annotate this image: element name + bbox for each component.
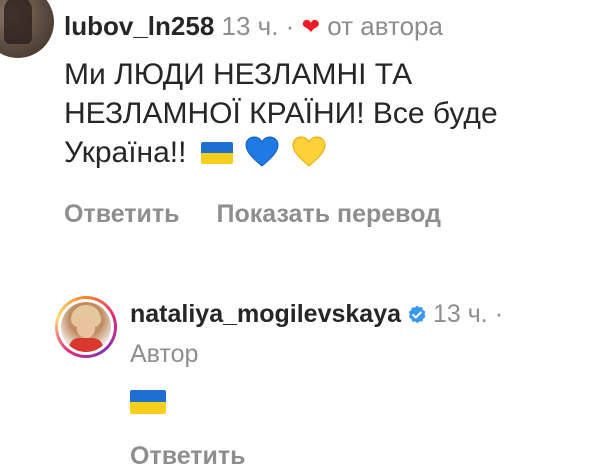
reply-button[interactable]: Ответить bbox=[64, 200, 180, 228]
comment-text: Ми ЛЮДИ НЕЗЛАМНІ ТА НЕЗЛАМНОЇ КРАЇНИ! Вс… bbox=[64, 55, 600, 178]
comment-text-line: Україна!! bbox=[64, 136, 187, 169]
separator-dot: · bbox=[285, 11, 295, 41]
comment-time: 13 ч. bbox=[221, 11, 279, 41]
reply-reply-button[interactable]: Ответить bbox=[130, 440, 246, 472]
author-avatar[interactable] bbox=[55, 296, 117, 358]
ukraine-flag-icon bbox=[130, 390, 166, 414]
reply-header: nataliya_mogilevskaya 13 ч. · bbox=[130, 298, 503, 330]
comment-actions: Ответить Показать перевод bbox=[64, 198, 471, 230]
show-translation-button[interactable]: Показать перевод bbox=[216, 200, 441, 228]
liked-by-author-label: от автора bbox=[327, 11, 443, 41]
comment-username[interactable]: lubov_ln258 bbox=[64, 11, 214, 41]
yellow-heart-icon bbox=[291, 136, 326, 178]
separator-dot: · bbox=[494, 300, 504, 328]
commenter-avatar[interactable] bbox=[0, 0, 54, 58]
comment-header: lubov_ln258 13 ч. · ❤ от автора bbox=[64, 10, 443, 43]
blue-heart-icon bbox=[245, 136, 279, 178]
comment-text-line: НЕЗЛАМНОЇ КРАЇНИ! Все буде bbox=[64, 97, 498, 130]
ukraine-flag-icon bbox=[200, 142, 233, 164]
heart-icon: ❤ bbox=[301, 14, 321, 39]
comment-text-line-last: Україна!! bbox=[64, 133, 600, 178]
reply-time: 13 ч. bbox=[433, 300, 488, 328]
verified-badge-icon bbox=[407, 301, 427, 324]
author-badge-label: Автор bbox=[130, 340, 199, 368]
reply-username[interactable]: nataliya_mogilevskaya bbox=[130, 300, 401, 328]
comment-text-line: Ми ЛЮДИ НЕЗЛАМНІ ТА bbox=[64, 58, 413, 91]
